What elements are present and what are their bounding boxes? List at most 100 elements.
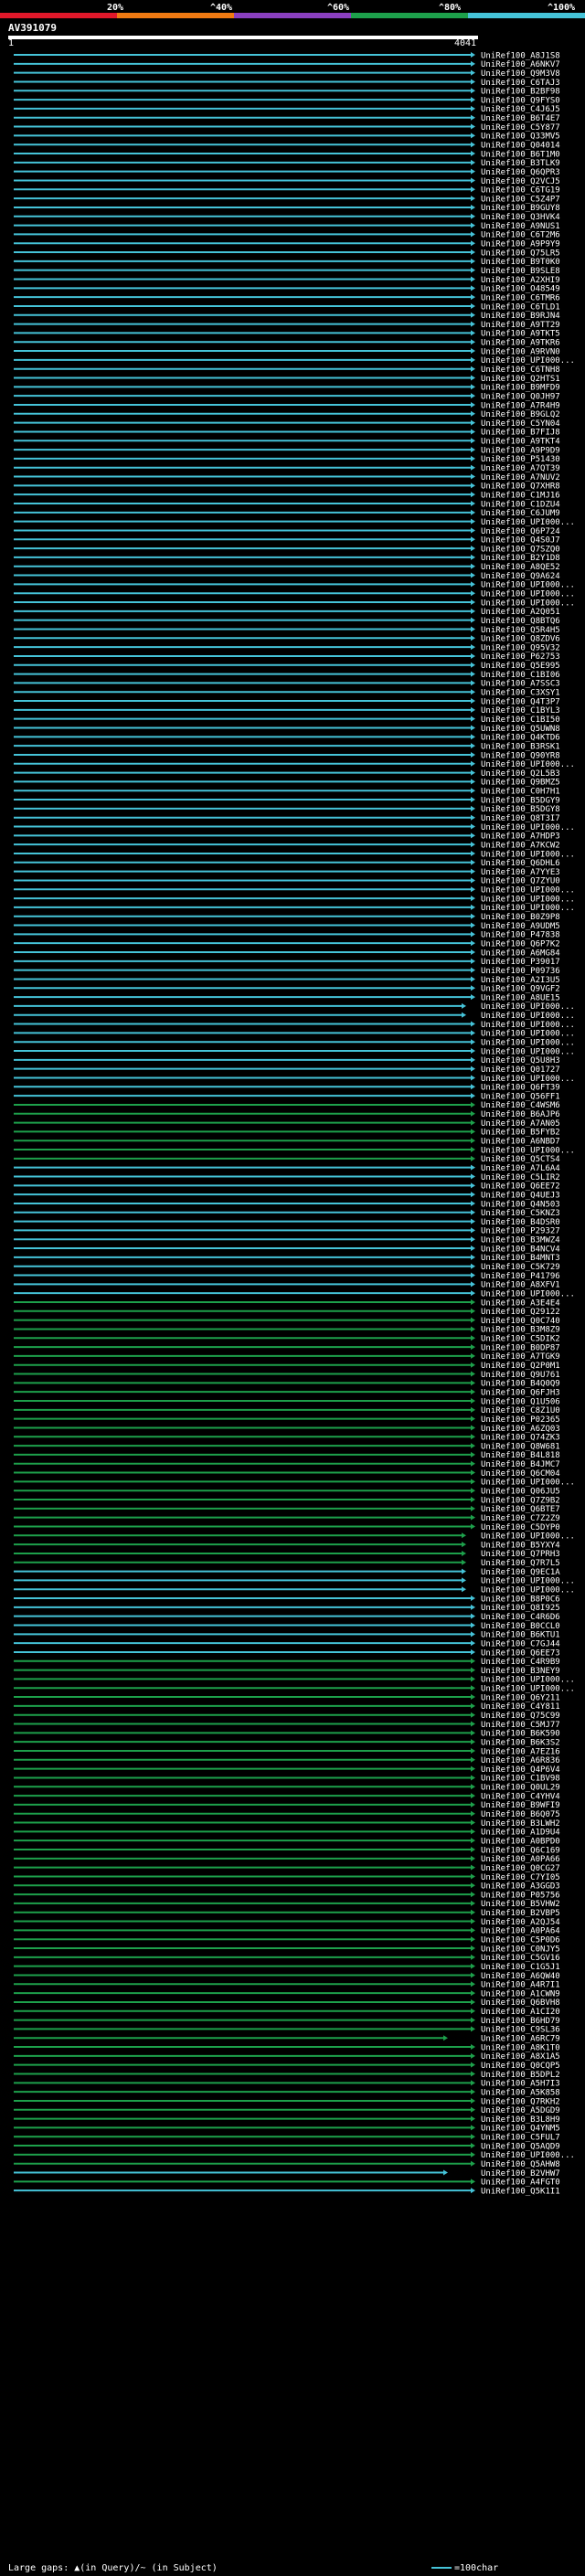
hit-row[interactable]: UniRef100_A5DGD9: [14, 2106, 560, 2115]
hit-row[interactable]: UniRef100_B4Q0Q9: [14, 1380, 560, 1389]
hit-row[interactable]: UniRef100_UPI000...: [14, 2151, 575, 2160]
hit-id[interactable]: UniRef100_B5DPL2: [481, 2071, 560, 2080]
hit-id[interactable]: UniRef100_Q29122: [481, 1308, 560, 1317]
hit-id[interactable]: UniRef100_C6TLD1: [481, 302, 560, 312]
hit-row[interactable]: UniRef100_C5LIR2: [14, 1173, 560, 1182]
hit-row[interactable]: UniRef100_Q8W681: [14, 1442, 560, 1451]
hit-id[interactable]: UniRef100_UPI000...: [481, 356, 575, 366]
hit-id[interactable]: UniRef100_P29327: [481, 1227, 560, 1236]
hit-row[interactable]: UniRef100_A7YYE3: [14, 868, 560, 877]
hit-id[interactable]: UniRef100_B2VBP5: [481, 1909, 560, 1918]
hit-id[interactable]: UniRef100_UPI000...: [481, 1021, 575, 1030]
hit-row[interactable]: UniRef100_C5GV16: [14, 1954, 560, 1963]
hit-row[interactable]: UniRef100_B5DGY9: [14, 796, 560, 805]
hit-id[interactable]: UniRef100_B5FYB2: [481, 1129, 560, 1138]
hit-row[interactable]: UniRef100_UPI000...: [14, 1676, 575, 1685]
hit-id[interactable]: UniRef100_C1G5J1: [481, 1963, 560, 1972]
hit-id[interactable]: UniRef100_C5LIR2: [481, 1173, 560, 1182]
hit-id[interactable]: UniRef100_A8UE15: [481, 993, 560, 1002]
hit-row[interactable]: UniRef100_Q5AHW8: [14, 2160, 560, 2169]
hit-id[interactable]: UniRef100_UPI000...: [481, 1479, 575, 1488]
hit-row[interactable]: UniRef100_Q7R7L5: [14, 1559, 560, 1568]
hit-row[interactable]: UniRef100_A7KCW2: [14, 841, 560, 850]
hit-id[interactable]: UniRef100_C4J6J5: [481, 105, 560, 114]
hit-row[interactable]: UniRef100_B6T4E7: [14, 114, 560, 123]
hit-id[interactable]: UniRef100_A5DGD9: [481, 2106, 560, 2115]
hit-row[interactable]: UniRef100_Q0JH97: [14, 392, 560, 401]
hit-row[interactable]: UniRef100_Q5UWN8: [14, 725, 560, 734]
hit-id[interactable]: UniRef100_Q5UWN8: [481, 725, 560, 734]
hit-row[interactable]: UniRef100_C5DIK2: [14, 1335, 560, 1344]
hit-row[interactable]: UniRef100_Q9U761: [14, 1371, 560, 1380]
hit-id[interactable]: UniRef100_C5K729: [481, 1263, 560, 1272]
hit-id[interactable]: UniRef100_A6MG84: [481, 949, 560, 958]
hit-id[interactable]: UniRef100_Q6CM04: [481, 1469, 560, 1479]
hit-row[interactable]: UniRef100_A9TKR6: [14, 339, 560, 348]
hit-row[interactable]: UniRef100_C6TAJ3: [14, 79, 560, 88]
hit-id[interactable]: UniRef100_Q4KTD6: [481, 734, 560, 743]
hit-id[interactable]: UniRef100_Q56FF1: [481, 1092, 560, 1101]
hit-row[interactable]: UniRef100_A7SSC3: [14, 680, 560, 689]
hit-id[interactable]: UniRef100_C6TG19: [481, 186, 560, 196]
hit-id[interactable]: UniRef100_UPI000...: [481, 1039, 575, 1048]
hit-row[interactable]: UniRef100_UPI000...: [14, 1047, 575, 1056]
hit-row[interactable]: UniRef100_A9TT29: [14, 321, 560, 330]
hit-id[interactable]: UniRef100_UPI000...: [481, 518, 575, 527]
hit-id[interactable]: UniRef100_UPI000...: [481, 1030, 575, 1039]
hit-id[interactable]: UniRef100_B0CCL0: [481, 1622, 560, 1631]
hit-id[interactable]: UniRef100_C1BI50: [481, 716, 560, 725]
hit-id[interactable]: UniRef100_UPI000...: [481, 904, 575, 913]
hit-id[interactable]: UniRef100_B8P0C6: [481, 1595, 560, 1604]
hit-row[interactable]: UniRef100_B6HD79: [14, 2017, 560, 2026]
hit-row[interactable]: UniRef100_A7NUV2: [14, 473, 560, 482]
hit-row[interactable]: UniRef100_Q9BMZ5: [14, 779, 560, 788]
hit-row[interactable]: UniRef100_Q9A624: [14, 572, 560, 581]
hit-id[interactable]: UniRef100_C5Z4P7: [481, 195, 560, 204]
hit-id[interactable]: UniRef100_Q01727: [481, 1065, 560, 1075]
hit-id[interactable]: UniRef100_Q4S0J7: [481, 536, 560, 546]
hit-row[interactable]: UniRef100_Q9VGF2: [14, 985, 560, 994]
hit-row[interactable]: UniRef100_Q6EE72: [14, 1182, 560, 1192]
hit-id[interactable]: UniRef100_B6K590: [481, 1730, 560, 1739]
hit-row[interactable]: UniRef100_Q4S0J7: [14, 536, 560, 546]
hit-id[interactable]: UniRef100_B2BF98: [481, 88, 560, 97]
hit-id[interactable]: UniRef100_P41796: [481, 1272, 560, 1281]
hit-row[interactable]: UniRef100_C5KNZ3: [14, 1209, 560, 1218]
hit-row[interactable]: UniRef100_Q5R4H5: [14, 626, 560, 635]
hit-row[interactable]: UniRef100_B0CCL0: [14, 1622, 560, 1631]
hit-row[interactable]: UniRef100_Q0C740: [14, 1317, 560, 1326]
hit-id[interactable]: UniRef100_A7YYE3: [481, 868, 560, 877]
hit-row[interactable]: UniRef100_B9RJN4: [14, 312, 560, 321]
hit-row[interactable]: UniRef100_C0H7H1: [14, 788, 560, 797]
hit-id[interactable]: UniRef100_UPI000...: [481, 590, 575, 599]
hit-id[interactable]: UniRef100_B3M8Z9: [481, 1326, 560, 1335]
hit-id[interactable]: UniRef100_C6JUM9: [481, 509, 560, 518]
hit-row[interactable]: UniRef100_B6K3S2: [14, 1738, 560, 1747]
hit-id[interactable]: UniRef100_A7SSC3: [481, 680, 560, 689]
hit-row[interactable]: UniRef100_UPI000...: [14, 599, 575, 608]
hit-id[interactable]: UniRef100_B5DGY8: [481, 805, 560, 814]
hit-id[interactable]: UniRef100_Q2HTS1: [481, 375, 560, 384]
hit-row[interactable]: UniRef100_Q6BTE7: [14, 1505, 560, 1514]
hit-row[interactable]: UniRef100_Q4N503: [14, 1200, 560, 1209]
hit-row[interactable]: UniRef100_UPI000...: [14, 1039, 575, 1048]
hit-row[interactable]: UniRef100_Q4UEJ3: [14, 1191, 560, 1200]
hit-id[interactable]: UniRef100_A0PA64: [481, 1927, 560, 1936]
hit-row[interactable]: UniRef100_B2BF98: [14, 88, 560, 97]
hit-id[interactable]: UniRef100_A7TGK9: [481, 1352, 560, 1362]
hit-id[interactable]: UniRef100_B2Y1D8: [481, 554, 560, 563]
hit-row[interactable]: UniRef100_C4R6D6: [14, 1613, 560, 1622]
hit-row[interactable]: UniRef100_UPI000...: [14, 590, 575, 599]
hit-row[interactable]: UniRef100_B2VBP5: [14, 1909, 560, 1918]
hit-row[interactable]: UniRef100_C0NJY5: [14, 1945, 560, 1954]
hit-row[interactable]: UniRef100_Q5U8H3: [14, 1056, 560, 1065]
hit-row[interactable]: UniRef100_B3MWZ4: [14, 1236, 560, 1246]
hit-id[interactable]: UniRef100_A9NUS1: [481, 222, 560, 231]
hit-id[interactable]: UniRef100_Q5R4H5: [481, 626, 560, 635]
hit-id[interactable]: UniRef100_Q9M3V8: [481, 69, 560, 79]
hit-row[interactable]: UniRef100_C5K729: [14, 1263, 560, 1272]
hit-id[interactable]: UniRef100_B6K3S2: [481, 1738, 560, 1747]
hit-id[interactable]: UniRef100_Q8ZDV6: [481, 635, 560, 644]
hit-row[interactable]: UniRef100_Q7Z9B2: [14, 1496, 560, 1505]
hit-row[interactable]: UniRef100_UPI000...: [14, 518, 575, 527]
